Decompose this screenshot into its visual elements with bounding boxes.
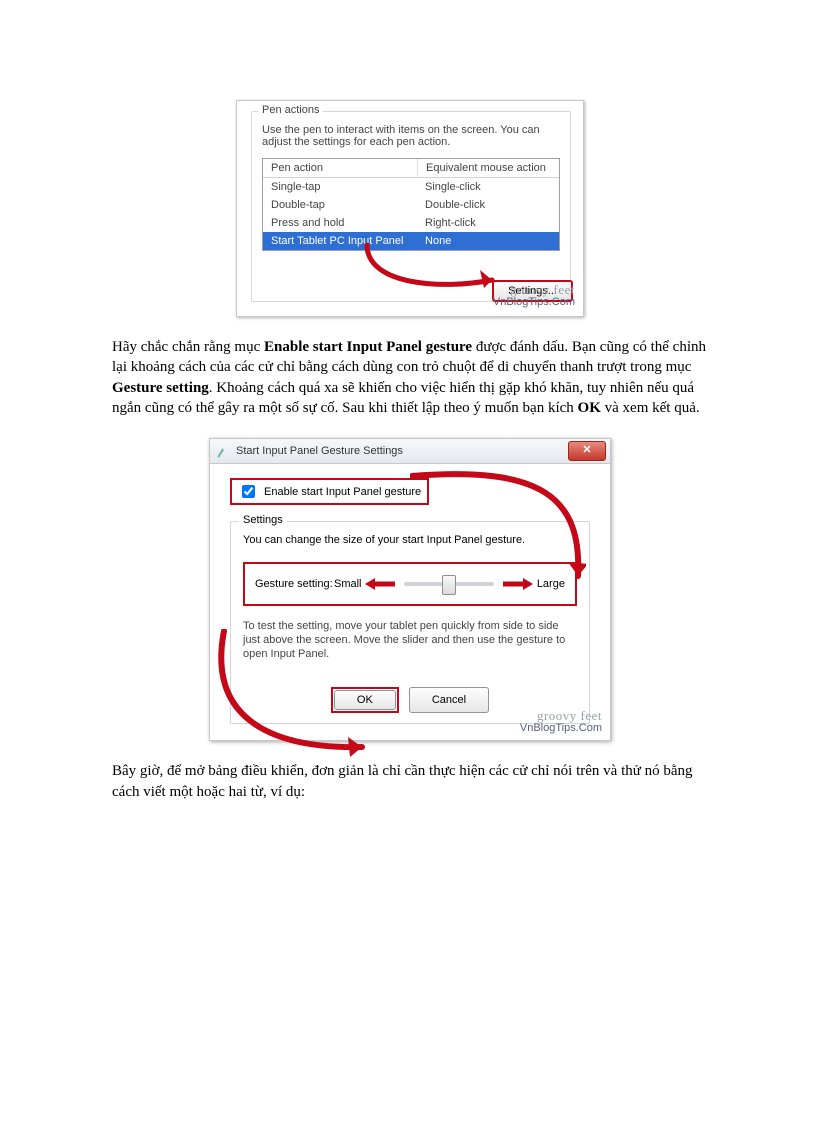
groupbox-legend: Pen actions	[258, 104, 323, 116]
slider-thumb-icon[interactable]	[442, 575, 456, 595]
help-text: To test the setting, move your tablet pe…	[243, 620, 577, 661]
table-row[interactable]: Single-tap Single-click	[263, 178, 559, 196]
gesture-slider[interactable]	[404, 582, 494, 586]
paragraph: Bây giờ, để mở bảng điều khiển, đơn giản…	[112, 761, 708, 802]
settings-groupbox: Settings You can change the size of your…	[230, 521, 590, 724]
ok-highlight: OK	[331, 687, 399, 713]
groupbox-description: Use the pen to interact with items on th…	[262, 124, 560, 148]
pen-actions-panel: Pen actions Use the pen to interact with…	[236, 100, 584, 317]
table-row[interactable]: Press and hold Right-click	[263, 214, 559, 232]
table-row[interactable]: Double-tap Double-click	[263, 196, 559, 214]
dialog-title: Start Input Panel Gesture Settings	[236, 445, 403, 457]
paragraph: Hãy chắc chắn rằng mục Enable start Inpu…	[112, 337, 708, 418]
enable-gesture-label: Enable start Input Panel gesture	[264, 486, 421, 498]
ok-button[interactable]: OK	[334, 690, 396, 710]
close-button[interactable]: ✕	[568, 441, 606, 461]
annotation-arrow-left-icon	[363, 576, 397, 592]
pen-icon	[216, 444, 230, 458]
watermark: groovy feet VnBlogTips.Com	[493, 284, 575, 308]
watermark: groovy feet VnBlogTips.Com	[520, 710, 602, 734]
slider-large-label: Large	[537, 578, 565, 590]
enable-gesture-checkbox[interactable]	[242, 485, 255, 498]
dialog-titlebar: Start Input Panel Gesture Settings ✕	[210, 439, 610, 464]
col-mouse-action: Equivalent mouse action	[417, 159, 559, 178]
pen-actions-groupbox: Pen actions Use the pen to interact with…	[251, 111, 571, 302]
cancel-button[interactable]: Cancel	[409, 687, 489, 713]
enable-gesture-checkbox-wrap: Enable start Input Panel gesture	[230, 478, 429, 505]
gesture-slider-row: Gesture setting: Small Larg	[243, 562, 577, 606]
annotation-arrow-right-icon	[501, 576, 535, 592]
pen-actions-table: Pen action Equivalent mouse action Singl…	[262, 158, 560, 251]
groupbox-legend: Settings	[239, 514, 287, 526]
gesture-settings-dialog: Start Input Panel Gesture Settings ✕ Ena…	[209, 438, 611, 741]
table-row-selected[interactable]: Start Tablet PC Input Panel None	[263, 232, 559, 250]
col-pen-action: Pen action	[263, 159, 417, 178]
gesture-setting-label: Gesture setting:	[255, 578, 333, 590]
groupbox-description: You can change the size of your start In…	[243, 534, 577, 546]
slider-small-label: Small	[334, 578, 362, 590]
